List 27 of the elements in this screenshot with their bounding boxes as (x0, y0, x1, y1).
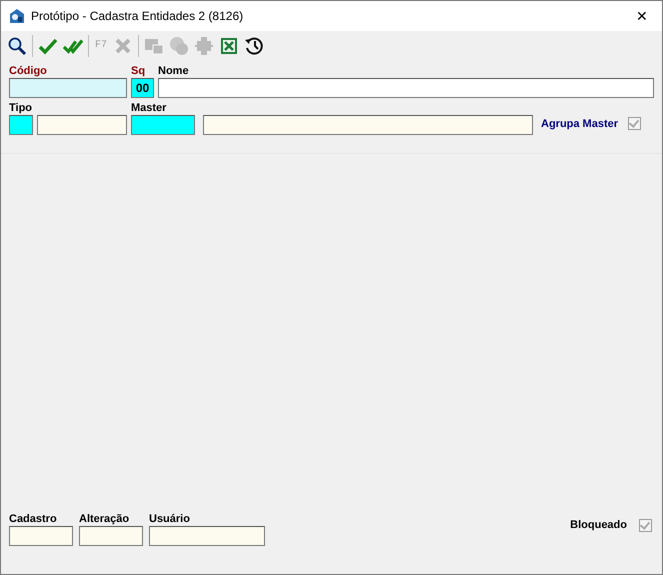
tipo-code-field[interactable] (9, 115, 33, 135)
history-icon[interactable] (244, 36, 264, 56)
checkmark-icon[interactable] (38, 36, 58, 56)
footer-field[interactable] (9, 526, 73, 546)
master-code-field[interactable] (131, 115, 195, 135)
bloqueado-label: Bloqueado (570, 519, 627, 531)
field-label: Cadastro (9, 513, 58, 526)
field-label: Tipo (9, 102, 34, 115)
tipo-name-field[interactable] (37, 115, 127, 135)
footer-field[interactable] (149, 526, 265, 546)
agrupa-master-label: Agrupa Master (541, 118, 618, 130)
field-label: Master (131, 102, 168, 115)
sq-field[interactable]: 00 (131, 78, 154, 98)
codigo-field[interactable] (9, 78, 127, 98)
field-label: Alteração (79, 513, 130, 526)
field-label: Sq (131, 65, 146, 78)
close-button[interactable]: ✕ (622, 1, 662, 31)
search-icon[interactable] (7, 36, 27, 56)
field-label: Código (9, 65, 48, 78)
master-name-field[interactable] (203, 115, 533, 135)
field-label: Usuário (149, 513, 191, 526)
window-title: Protótipo - Cadastra Entidades 2 (8126) (31, 9, 244, 23)
footer-field[interactable] (79, 526, 143, 546)
field-label: Nome (158, 65, 190, 78)
spreadsheet-icon[interactable] (219, 36, 239, 56)
nome-field[interactable] (158, 78, 654, 98)
app-icon (9, 8, 25, 24)
